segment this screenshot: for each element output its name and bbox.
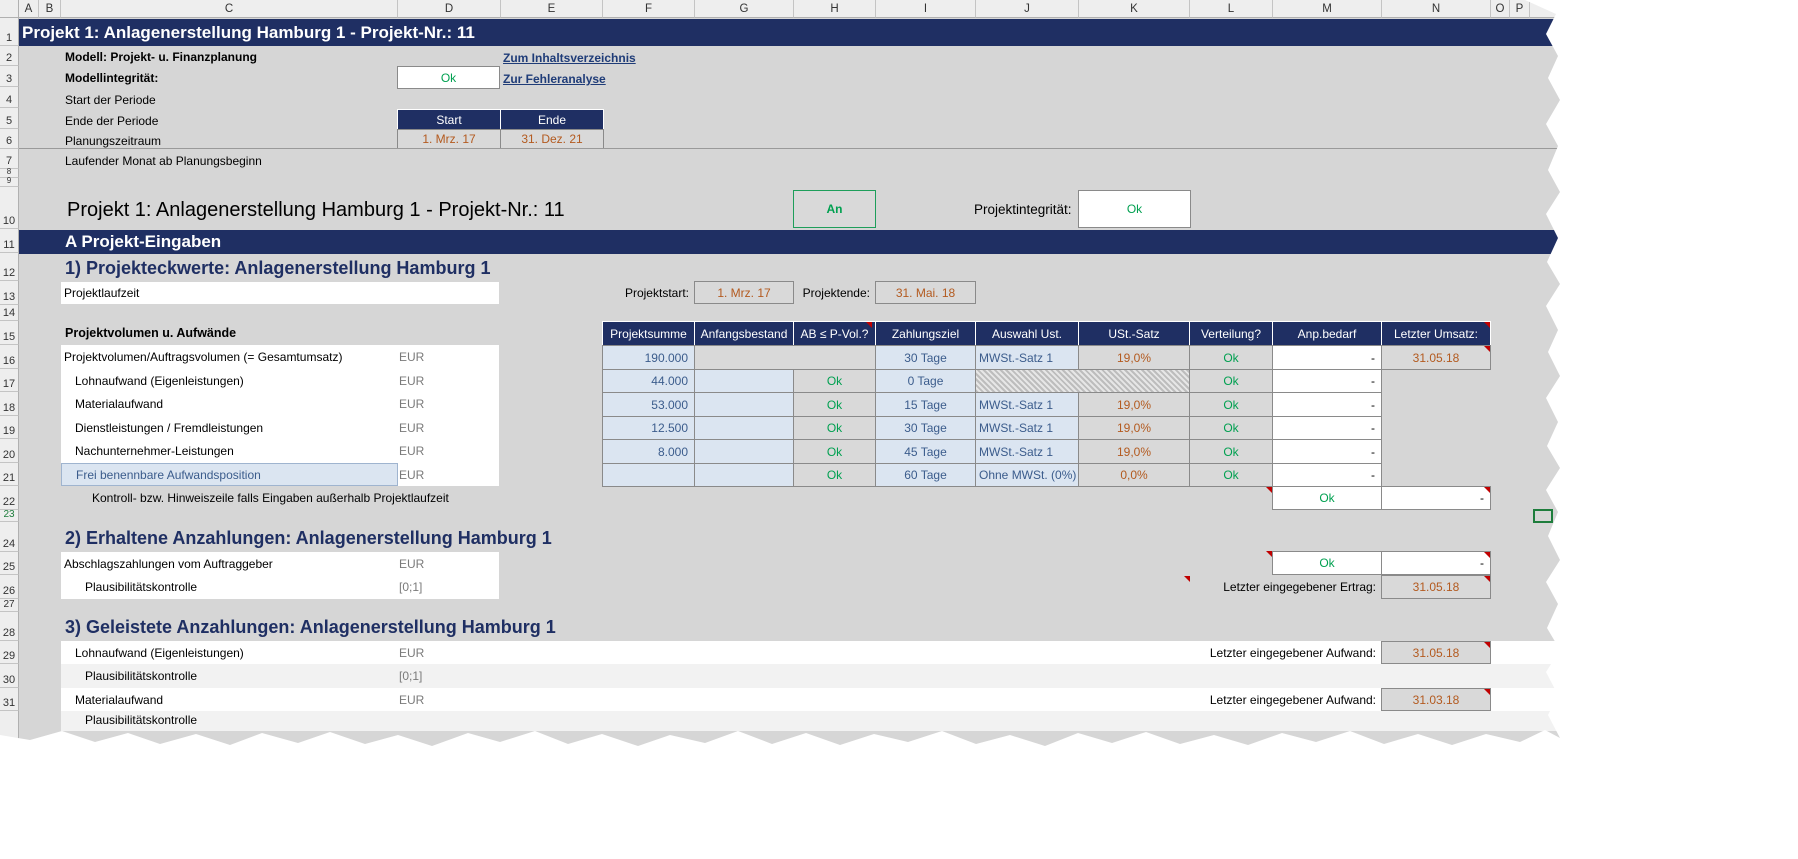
torn-edge-frame [0, 0, 1798, 859]
